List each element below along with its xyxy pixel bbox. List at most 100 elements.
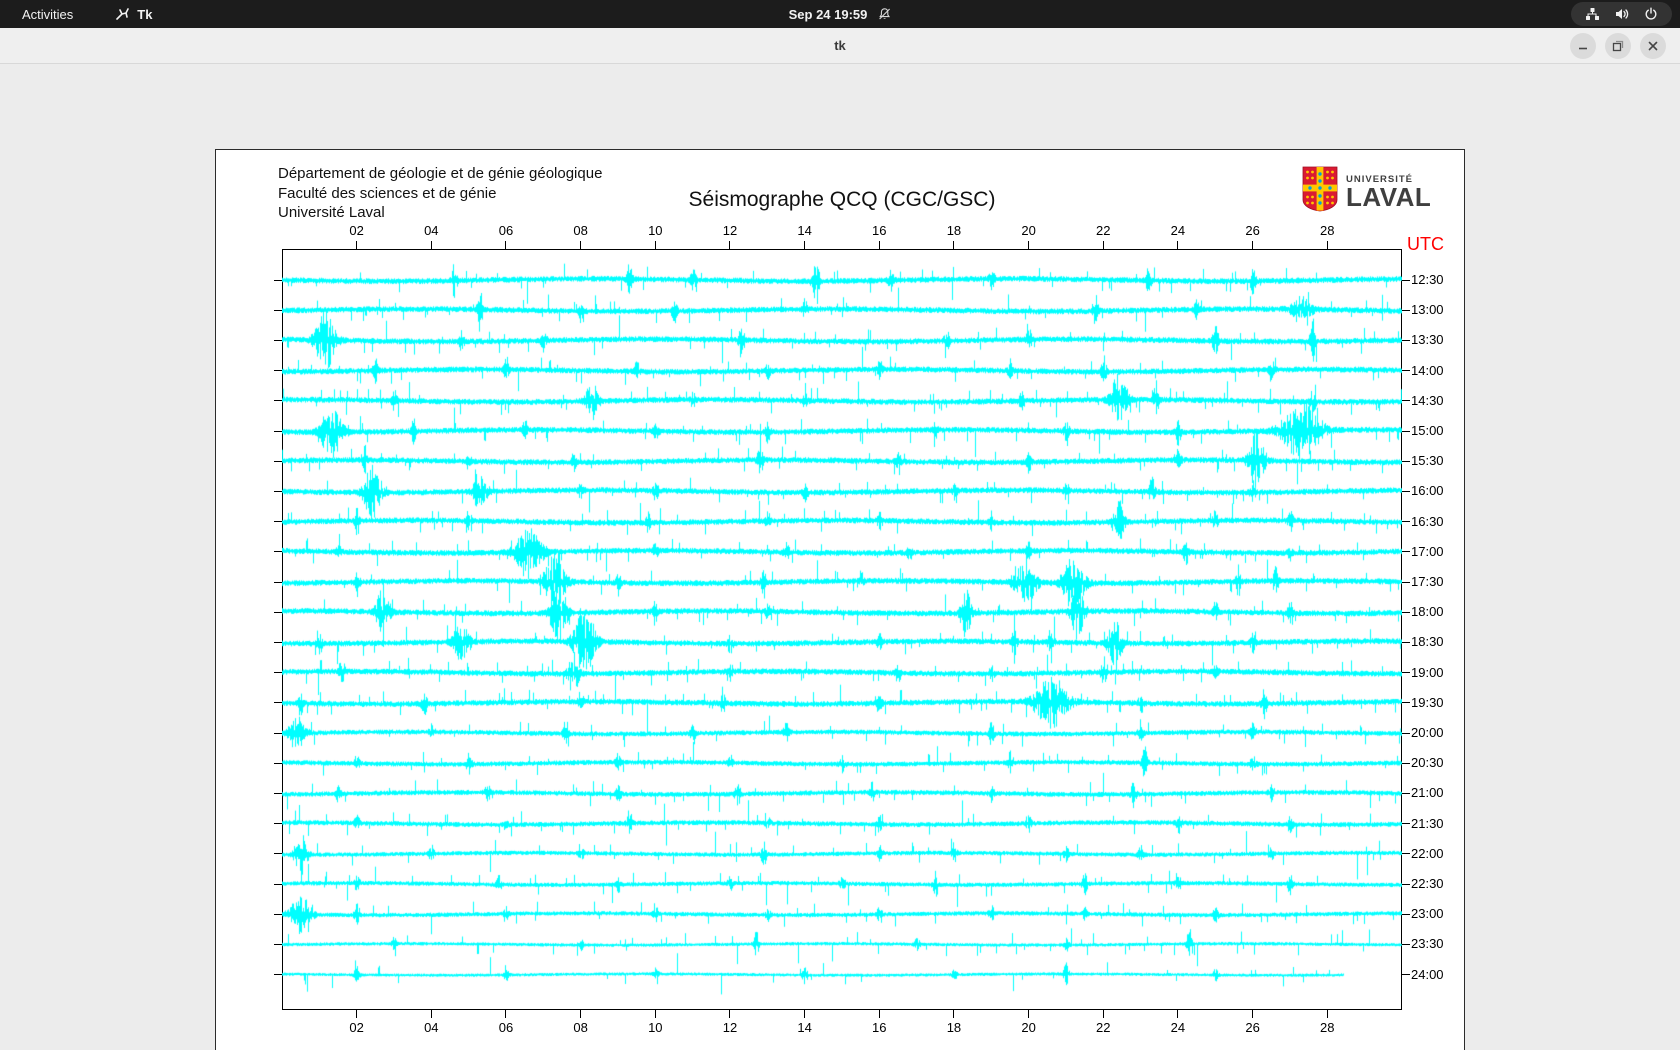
system-tray[interactable] xyxy=(1571,2,1672,26)
row-tick-left xyxy=(274,431,282,432)
focused-app-menu[interactable]: Tk xyxy=(115,7,152,22)
row-tick-right xyxy=(1402,733,1410,734)
x-tick-top xyxy=(655,241,656,249)
x-tick-label-top: 16 xyxy=(869,223,889,238)
row-tick-left xyxy=(274,582,282,583)
x-tick-top xyxy=(1103,241,1104,249)
row-tick-left xyxy=(274,763,282,764)
row-tick-left xyxy=(274,521,282,522)
x-tick-bottom xyxy=(655,1010,656,1018)
close-button[interactable] xyxy=(1640,33,1666,59)
x-tick-top xyxy=(729,241,730,249)
x-tick-label-bottom: 12 xyxy=(720,1020,740,1035)
x-tick-label-top: 18 xyxy=(944,223,964,238)
row-tick-left xyxy=(274,793,282,794)
utc-row-label: 18:00 xyxy=(1411,604,1444,619)
x-tick-label-top: 12 xyxy=(720,223,740,238)
minimize-button[interactable] xyxy=(1570,33,1596,59)
institution-line-1: Département de géologie et de génie géol… xyxy=(278,164,602,184)
utc-row-label: 17:00 xyxy=(1411,544,1444,559)
network-icon xyxy=(1585,7,1600,21)
row-tick-left xyxy=(274,461,282,462)
x-tick-bottom xyxy=(1103,1010,1104,1018)
row-tick-left xyxy=(274,340,282,341)
row-tick-right xyxy=(1402,340,1410,341)
x-tick-label-top: 20 xyxy=(1019,223,1039,238)
x-tick-top xyxy=(431,241,432,249)
x-tick-label-bottom: 14 xyxy=(795,1020,815,1035)
row-tick-right xyxy=(1402,853,1410,854)
x-tick-label-top: 24 xyxy=(1168,223,1188,238)
x-tick-top xyxy=(1252,241,1253,249)
laval-shield-icon xyxy=(1302,166,1338,217)
row-tick-right xyxy=(1402,884,1410,885)
x-tick-label-bottom: 20 xyxy=(1019,1020,1039,1035)
row-tick-right xyxy=(1402,310,1410,311)
row-tick-left xyxy=(274,551,282,552)
x-tick-top xyxy=(1028,241,1029,249)
focused-app-name: Tk xyxy=(137,7,152,22)
row-tick-right xyxy=(1402,521,1410,522)
utc-row-label: 19:00 xyxy=(1411,665,1444,680)
utc-axis-label: UTC xyxy=(1407,234,1444,255)
utc-row-label: 15:00 xyxy=(1411,423,1444,438)
row-tick-right xyxy=(1402,974,1410,975)
x-tick-label-bottom: 22 xyxy=(1093,1020,1113,1035)
x-tick-label-bottom: 28 xyxy=(1317,1020,1337,1035)
activities-button[interactable]: Activities xyxy=(14,5,81,24)
row-tick-right xyxy=(1402,793,1410,794)
clock-text: Sep 24 19:59 xyxy=(789,7,868,22)
utc-row-label: 24:00 xyxy=(1411,967,1444,982)
row-tick-left xyxy=(274,702,282,703)
row-tick-left xyxy=(274,280,282,281)
x-tick-bottom xyxy=(1028,1010,1029,1018)
x-tick-label-top: 22 xyxy=(1093,223,1113,238)
utc-row-label: 17:30 xyxy=(1411,574,1444,589)
window-titlebar[interactable]: tk xyxy=(0,28,1680,64)
x-tick-bottom xyxy=(356,1010,357,1018)
clock-button[interactable]: Sep 24 19:59 xyxy=(789,7,892,22)
x-tick-top xyxy=(879,241,880,249)
row-tick-right xyxy=(1402,672,1410,673)
row-tick-right xyxy=(1402,280,1410,281)
utc-row-label: 21:00 xyxy=(1411,785,1444,800)
row-tick-left xyxy=(274,370,282,371)
utc-row-label: 21:30 xyxy=(1411,816,1444,831)
x-tick-bottom xyxy=(953,1010,954,1018)
x-tick-bottom xyxy=(879,1010,880,1018)
maximize-button[interactable] xyxy=(1605,33,1631,59)
row-tick-right xyxy=(1402,702,1410,703)
x-tick-label-top: 04 xyxy=(421,223,441,238)
row-tick-right xyxy=(1402,763,1410,764)
utc-row-label: 13:00 xyxy=(1411,302,1444,317)
utc-row-label: 19:30 xyxy=(1411,695,1444,710)
x-tick-label-bottom: 24 xyxy=(1168,1020,1188,1035)
x-tick-label-top: 06 xyxy=(496,223,516,238)
row-tick-left xyxy=(274,733,282,734)
utc-row-label: 20:30 xyxy=(1411,755,1444,770)
x-tick-bottom xyxy=(804,1010,805,1018)
x-tick-bottom xyxy=(431,1010,432,1018)
notifications-muted-icon xyxy=(877,7,891,21)
utc-row-label: 14:30 xyxy=(1411,393,1444,408)
x-tick-label-bottom: 18 xyxy=(944,1020,964,1035)
row-tick-right xyxy=(1402,582,1410,583)
x-tick-label-top: 02 xyxy=(347,223,367,238)
desktop: Activities Tk Sep 24 19:59 xyxy=(0,0,1680,1050)
x-tick-bottom xyxy=(729,1010,730,1018)
universite-laval-logo: UNIVERSITÉ LAVAL xyxy=(1302,166,1431,217)
x-tick-top xyxy=(356,241,357,249)
row-tick-left xyxy=(274,310,282,311)
utc-row-label: 13:30 xyxy=(1411,332,1444,347)
x-tick-top xyxy=(1327,241,1328,249)
row-tick-left xyxy=(274,974,282,975)
row-tick-right xyxy=(1402,400,1410,401)
row-tick-left xyxy=(274,944,282,945)
row-tick-right xyxy=(1402,491,1410,492)
row-tick-left xyxy=(274,884,282,885)
utc-row-label: 15:30 xyxy=(1411,453,1444,468)
seismograph-panel: Département de géologie et de génie géol… xyxy=(215,149,1465,1050)
utc-row-label: 16:30 xyxy=(1411,514,1444,529)
x-tick-label-bottom: 26 xyxy=(1243,1020,1263,1035)
x-tick-label-top: 10 xyxy=(645,223,665,238)
